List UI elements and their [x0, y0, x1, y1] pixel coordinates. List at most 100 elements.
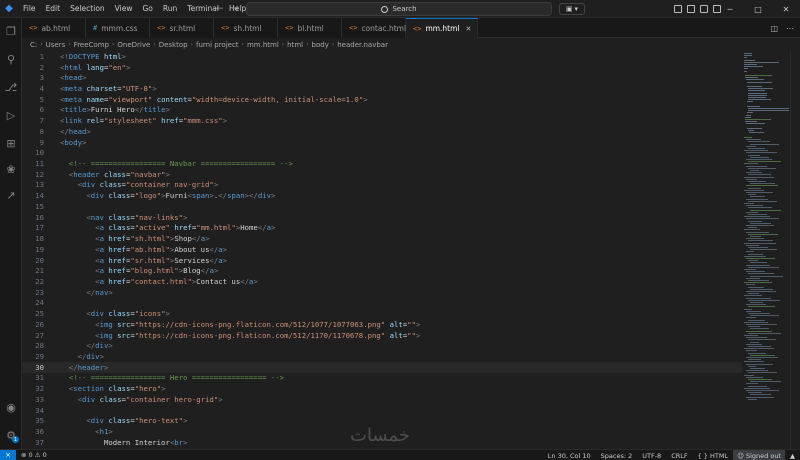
code-text: <a href="sr.html">Services</a> [95, 255, 228, 265]
tab-sh-html[interactable]: <> sh.html [214, 18, 278, 38]
toggle-secondary-sidebar-icon[interactable] [700, 5, 708, 13]
code-line[interactable]: 33 <div class="container hero-grid"> [22, 394, 742, 405]
problems-indicator[interactable]: ⊗ 0 ⚠ 0 [16, 451, 52, 459]
code-line[interactable]: 2 <html lang="en"> [22, 62, 742, 73]
menu-file[interactable]: File [18, 0, 41, 18]
code-line[interactable]: 3 <head> [22, 72, 742, 83]
minimap[interactable] [742, 51, 790, 401]
python-icon[interactable]: ❀ [0, 160, 22, 178]
code-line[interactable]: 30 </header> [22, 361, 742, 373]
breadcrumb-item[interactable]: body [312, 41, 329, 49]
code-line[interactable]: 1 <!DOCTYPE html> [22, 51, 742, 62]
line-ending[interactable]: CRLF [666, 452, 692, 460]
menu-edit[interactable]: Edit [41, 0, 66, 18]
code-line[interactable]: 19 <a href="ab.html">About us</a> [22, 244, 742, 255]
breadcrumb-item[interactable]: OneDrive [117, 41, 150, 49]
forward-arrow-icon[interactable]: → [232, 4, 240, 14]
chart-extension-icon[interactable]: ↗ [0, 186, 22, 204]
code-editor[interactable]: 1 <!DOCTYPE html> 2 <html lang="en"> 3 <head>… [22, 51, 742, 449]
line-number: 16 [35, 212, 44, 222]
code-line[interactable]: 5 <meta name="viewport" content="width=de… [22, 94, 742, 105]
copilot-button[interactable]: ▣ ▾ [559, 3, 585, 15]
code-line[interactable]: 32 <section class="hero"> [22, 383, 742, 394]
code-line[interactable]: 26 <img src="https://cdn-icons-png.flati… [22, 319, 742, 330]
tab-ab-html[interactable]: <> ab.html [22, 18, 86, 38]
menu-selection[interactable]: Selection [65, 0, 110, 18]
cursor-position[interactable]: Ln 30, Col 10 [543, 452, 596, 460]
close-window-button[interactable]: ✕ [772, 0, 800, 18]
chevron-right-icon: › [68, 41, 71, 48]
editor-scrollbar[interactable] [790, 51, 800, 449]
indentation[interactable]: Spaces: 2 [596, 452, 638, 460]
source-control-icon[interactable]: ⎇ [0, 78, 22, 96]
code-line[interactable]: 10 [22, 147, 742, 158]
toggle-panel-icon[interactable] [687, 5, 695, 13]
breadcrumb-item[interactable]: Desktop [159, 41, 188, 49]
more-actions-icon[interactable]: ⋯ [786, 24, 794, 33]
code-line[interactable]: 4 <meta charset="UTF-8"> [22, 83, 742, 94]
code-line[interactable]: 11 <!-- ================= Navbar =======… [22, 158, 742, 169]
menu-run[interactable]: Run [158, 0, 182, 18]
code-line[interactable]: 9 <body> [22, 137, 742, 148]
minimap-line [748, 359, 761, 361]
code-line[interactable]: 27 <img src="https://cdn-icons-png.flati… [22, 330, 742, 341]
code-line[interactable]: 23 </nav> [22, 287, 742, 298]
run-debug-icon[interactable]: ▷ [0, 106, 22, 124]
breadcrumb-item[interactable]: mm.html [247, 41, 279, 49]
command-search-box[interactable]: Search [246, 2, 552, 16]
notifications-bell-icon[interactable]: ▲ [785, 452, 800, 460]
code-line[interactable]: 34 [22, 405, 742, 416]
breadcrumb-item[interactable]: html [287, 41, 303, 49]
menu-view[interactable]: View [110, 0, 138, 18]
breadcrumb-item[interactable]: header.navbar [337, 41, 388, 49]
search-view-icon[interactable]: ⚲ [0, 50, 22, 68]
code-line[interactable]: 18 <a href="sh.html">Shop</a> [22, 233, 742, 244]
tab-contac-html[interactable]: <> contac.html [342, 18, 406, 38]
language-mode[interactable]: { } HTML [693, 452, 734, 460]
minimap-line [744, 203, 754, 204]
minimap-line [746, 277, 760, 279]
maximize-button[interactable]: □ [744, 0, 772, 18]
explorer-icon[interactable]: ❐ [0, 22, 22, 40]
code-line[interactable]: 21 <a href="blog.html">Blog</a> [22, 265, 742, 276]
manage-gear-icon[interactable]: ⚙ 1 [0, 426, 22, 444]
remote-indicator-icon[interactable]: ⨯ [0, 449, 16, 460]
code-line[interactable]: 25 <div class="icons"> [22, 308, 742, 319]
code-line[interactable]: 12 <header class="navbar"> [22, 169, 742, 180]
code-line[interactable]: 24 [22, 298, 742, 309]
tab-mm-html[interactable]: <> mm.html ✕ [406, 18, 478, 38]
tab-bl-html[interactable]: <> bl.html [278, 18, 342, 38]
code-line[interactable]: 31 <!-- ================= Hero =========… [22, 373, 742, 384]
account-icon[interactable]: ◉ [0, 398, 22, 416]
back-arrow-icon[interactable]: ← [216, 4, 224, 14]
code-line[interactable]: 15 [22, 201, 742, 212]
code-line[interactable]: 13 <div class="container nav-grid"> [22, 180, 742, 191]
code-line[interactable]: 14 <div class="logo">Furni<span>.</span>… [22, 190, 742, 201]
line-number: 11 [35, 159, 44, 169]
menu-go[interactable]: Go [137, 0, 157, 18]
breadcrumb-item[interactable]: furni project [196, 41, 239, 49]
breadcrumb-item[interactable]: C: [30, 41, 37, 49]
breadcrumb-item[interactable]: FreeComp [74, 41, 109, 49]
split-editor-icon[interactable]: ◫ [770, 24, 778, 33]
close-tab-icon[interactable]: ✕ [466, 25, 472, 33]
code-line[interactable]: 6 <title>Furni Hero</title> [22, 105, 742, 116]
minimize-button[interactable]: ─ [716, 0, 744, 18]
toggle-primary-sidebar-icon[interactable] [674, 5, 682, 13]
code-line[interactable]: 22 <a href="contact.html">Contact us</a> [22, 276, 742, 287]
code-line[interactable]: 20 <a href="sr.html">Services</a> [22, 255, 742, 266]
code-line[interactable]: 17 <a class="active" href="mm.html">Home… [22, 223, 742, 234]
account-status[interactable]: ☺ Signed out [733, 450, 785, 460]
tab-mmm-css[interactable]: # mmm.css [86, 18, 150, 38]
breadcrumb-item[interactable]: Users [46, 41, 66, 49]
code-line[interactable]: 8 </head> [22, 126, 742, 137]
minimap-line [750, 236, 761, 237]
extensions-icon[interactable]: ⊞ [0, 134, 22, 152]
code-line[interactable]: 28 </div> [22, 340, 742, 351]
minimap-line [746, 178, 757, 180]
code-line[interactable]: 16 <nav class="nav-links"> [22, 212, 742, 223]
encoding[interactable]: UTF-8 [637, 452, 666, 460]
tab-sr-html[interactable]: <> sr.html [150, 18, 214, 38]
code-line[interactable]: 29 </div> [22, 351, 742, 362]
code-line[interactable]: 7 <link rel="stylesheet" href="mmm.css"> [22, 115, 742, 126]
